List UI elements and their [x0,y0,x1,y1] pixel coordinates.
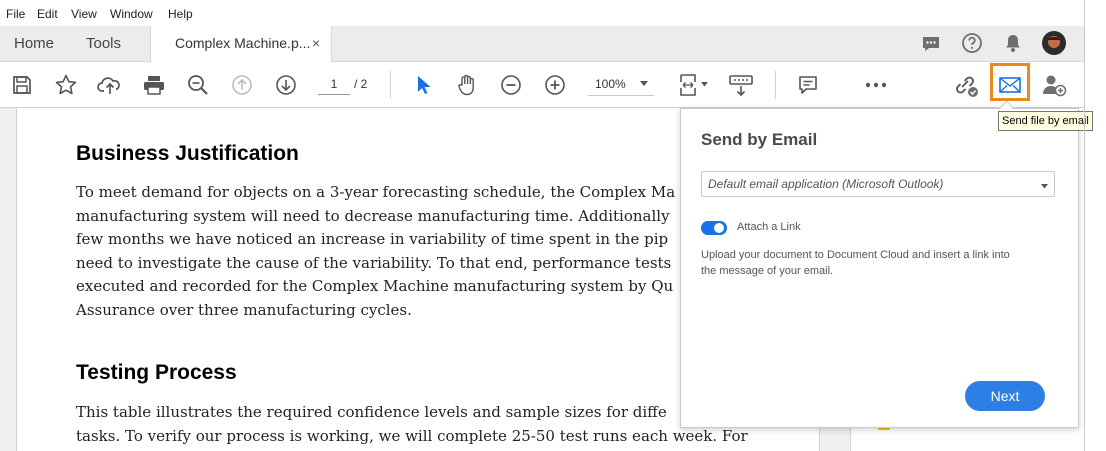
hand-tool-icon[interactable] [450,62,484,107]
toolbar: 1 / 2 100% [0,62,1084,108]
avatar[interactable] [1042,31,1066,60]
next-button[interactable]: Next [965,381,1045,411]
text-line: executed and recorded for the Complex Ma… [76,277,674,295]
text-line: manufacturing system will need to decrea… [76,206,670,225]
toolbar-divider [390,71,391,99]
toolbar-divider [775,71,776,99]
star-icon[interactable] [49,62,83,107]
description-line: the message of your email. [701,265,834,277]
save-icon[interactable] [5,62,39,107]
add-user-icon[interactable] [1037,62,1071,107]
menu-view[interactable]: View [71,7,97,21]
print-icon[interactable] [137,62,171,107]
tab-tools[interactable]: Tools [86,26,121,61]
chevron-down-icon [1041,178,1048,196]
zoom-value: 100% [595,77,626,91]
bell-icon[interactable] [1004,33,1022,58]
tab-bar: Home Tools Complex Machine.p... × [0,26,1084,62]
zoom-dropdown[interactable]: 100% [588,73,654,96]
menu-edit[interactable]: Edit [37,7,58,21]
help-icon[interactable] [961,32,983,59]
email-application-select[interactable]: Default email application (Microsoft Out… [701,171,1055,197]
select-cursor-icon[interactable] [406,62,440,107]
popup-title: Send by Email [701,130,818,149]
heading-testing-process: Testing Process [76,361,237,384]
zoom-out-icon[interactable] [494,62,528,107]
text-line: tasks. To verify our process is working,… [76,426,748,445]
tooltip: Send file by email [998,111,1093,131]
tab-document-label: Complex Machine.p... [175,35,311,51]
menu-window[interactable]: Window [110,7,153,21]
menu-help[interactable]: Help [168,7,193,21]
text-line: Assurance over three manufacturing cycle… [76,300,412,319]
next-page-icon[interactable] [269,62,303,107]
email-application-value: Default email application (Microsoft Out… [708,177,944,191]
zoom-in-icon[interactable] [538,62,572,107]
more-tools-icon[interactable] [859,62,893,107]
attach-link-label: Attach a Link [737,221,801,233]
menu-file[interactable]: File [6,7,25,21]
heading-business-justification: Business Justification [76,142,299,165]
comment-icon[interactable] [921,34,941,59]
description-line: Upload your document to Document Cloud a… [701,249,1010,261]
text-line: few months we have noticed an increase i… [76,230,669,248]
chevron-down-icon [640,76,648,94]
upload-cloud-icon[interactable] [93,62,127,107]
text-line: need to investigate the cause of the var… [76,253,672,272]
menu-bar: File Edit View Window Help [0,0,1085,27]
tab-home[interactable]: Home [14,26,54,61]
window-edge [1084,0,1085,451]
toggle-knob [714,223,724,233]
email-button-highlight [990,63,1030,101]
page-number-input[interactable]: 1 [318,74,350,95]
add-comment-icon[interactable] [791,62,825,107]
tab-close-icon[interactable]: × [312,26,320,61]
zoom-search-icon[interactable] [181,62,215,107]
page-total: / 2 [354,77,368,91]
previous-page-icon[interactable] [225,62,259,107]
text-line: To meet demand for objects on a 3-year f… [76,183,676,201]
share-link-icon[interactable] [949,62,983,107]
fit-page-icon[interactable] [674,62,714,107]
paragraph-justification: To meet demand for objects on a 3-year f… [76,181,716,322]
attach-link-description: Upload your document to Document Cloud a… [701,247,1010,279]
tab-document[interactable]: Complex Machine.p... × [150,26,332,62]
scroll-mode-icon[interactable] [724,62,758,107]
